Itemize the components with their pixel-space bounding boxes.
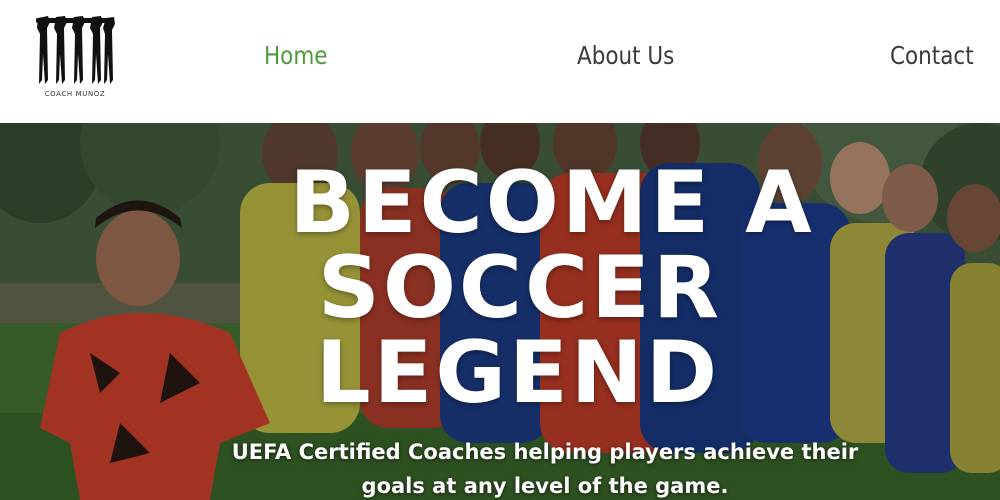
brand-logo[interactable]: COACH MUNOZ <box>34 14 116 100</box>
hero-headline-line-3: LEGEND <box>315 323 721 423</box>
hero-headline-line-2: SOCCER <box>317 238 723 338</box>
logo-caption: COACH MUNOZ <box>44 90 106 98</box>
nav-about-us-link[interactable]: About Us <box>577 38 674 74</box>
nav-contact-link[interactable]: Contact <box>890 38 974 74</box>
nav-home-link[interactable]: Home <box>264 38 327 74</box>
hero-subtitle: UEFA Certified Coaches helping players a… <box>231 440 859 498</box>
hero-headline-line-1: BECOME A <box>289 153 815 253</box>
hero-banner: BECOME A SOCCER LEGEND UEFA Certified Co… <box>0 123 1000 500</box>
team-silhouette-logo-icon <box>36 16 115 84</box>
site-header: COACH MUNOZ Home About Us Contact <box>0 0 1000 123</box>
